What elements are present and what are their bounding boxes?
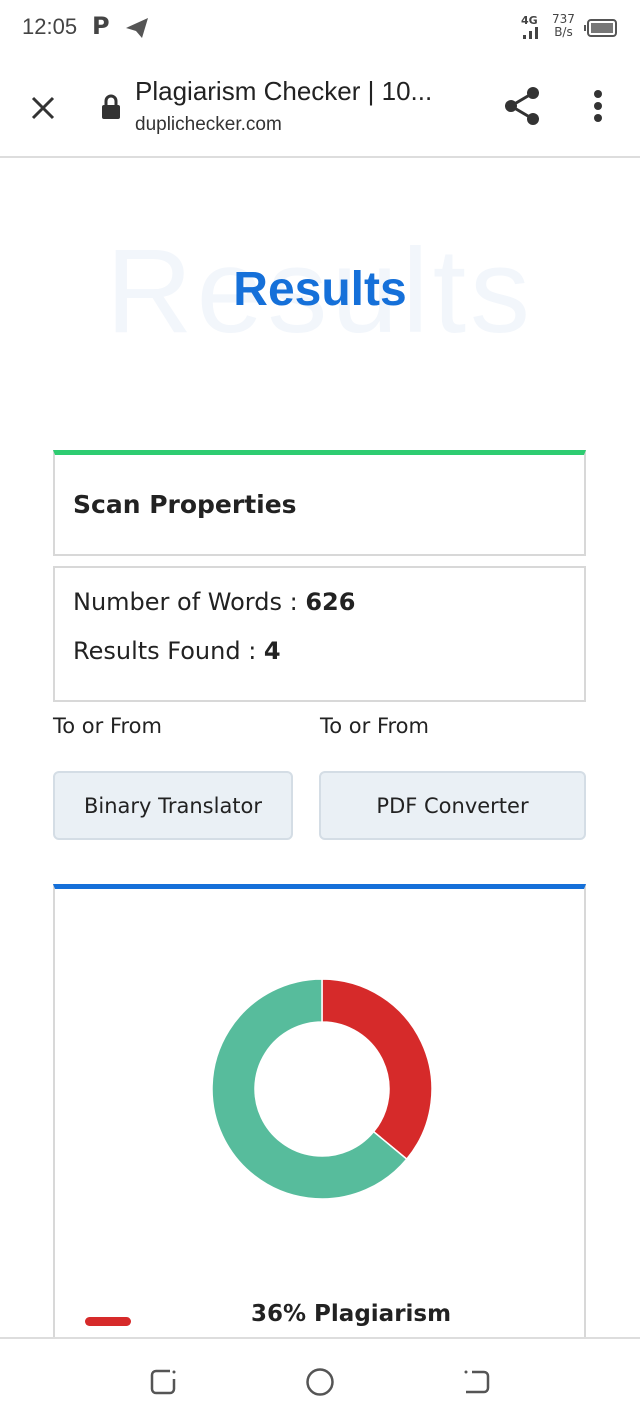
scan-properties-card: Scan Properties <box>53 450 586 556</box>
plagiarism-legend-swatch <box>85 1317 131 1326</box>
recent-apps-icon[interactable] <box>148 1367 178 1397</box>
link-label: To or From <box>53 714 162 738</box>
word-count-value: 626 <box>305 588 356 616</box>
binary-translator-button[interactable]: Binary Translator <box>53 771 293 840</box>
page-domain[interactable]: duplichecker.com <box>135 114 282 136</box>
telegram-icon <box>126 18 148 38</box>
speed: 737 <box>552 12 575 26</box>
donut-chart <box>211 978 433 1200</box>
word-count-label: Number of Words : <box>73 588 306 616</box>
lock-icon[interactable] <box>100 93 122 121</box>
more-options-icon[interactable] <box>590 88 606 124</box>
signal-icon <box>523 27 538 39</box>
page-title[interactable]: Plagiarism Checker | 10... <box>135 76 432 107</box>
results-heading: Results <box>233 263 407 316</box>
browser-toolbar: Plagiarism Checker | 10... duplichecker.… <box>0 58 640 158</box>
close-icon[interactable] <box>30 95 56 121</box>
results-chart-card: 36% Plagiarism <box>53 884 586 1344</box>
pdf-converter-button[interactable]: PDF Converter <box>319 771 586 840</box>
status-bar: 12:05 P 4G 737 B/s <box>0 0 640 58</box>
clock: 12:05 <box>22 14 78 39</box>
results-found-label: Results Found : <box>73 637 264 665</box>
home-icon[interactable] <box>305 1367 335 1397</box>
results-found: Results Found : 4 <box>73 637 281 665</box>
battery-icon <box>584 19 617 37</box>
word-count: Number of Words : 626 <box>73 588 355 616</box>
share-icon[interactable] <box>503 86 541 126</box>
scan-properties-title: Scan Properties <box>73 490 297 519</box>
back-icon[interactable] <box>462 1367 492 1397</box>
link-label: To or From <box>320 714 429 738</box>
plagiarism-legend-label: 36% Plagiarism <box>251 1301 452 1327</box>
donut-slice-plagiarism <box>321 978 433 1161</box>
results-found-value: 4 <box>263 637 281 665</box>
parking-app-icon: P <box>92 12 110 40</box>
speed-unit: B/s <box>554 25 573 39</box>
scan-stats-card: Number of Words : 626 Results Found : 4 <box>53 566 586 702</box>
system-nav-bar <box>0 1337 640 1422</box>
